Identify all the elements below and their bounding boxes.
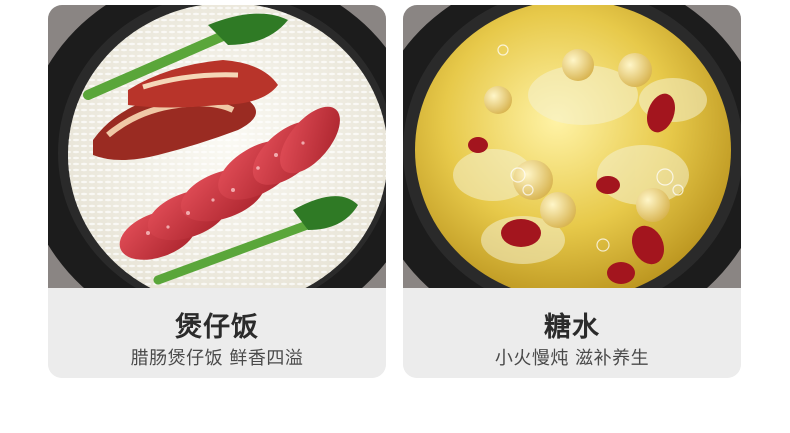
clay-pot-rice-title: 煲仔饭 (175, 312, 259, 343)
sweet-soup-subtitle: 小火慢炖 滋补养生 (494, 348, 650, 369)
sweet-soup-caption: 糖水 小火慢炖 滋补养生 (403, 288, 741, 378)
sweet-soup-title: 糖水 (544, 312, 600, 343)
clay-pot-rice-card[interactable]: 煲仔饭 腊肠煲仔饭 鲜香四溢 (48, 5, 386, 378)
sweet-soup-card[interactable]: 糖水 小火慢炖 滋补养生 (403, 5, 741, 378)
recipe-showcase: 煲仔饭 腊肠煲仔饭 鲜香四溢 糖水 小火慢炖 滋补养生 (0, 0, 790, 433)
sweet-soup-photo (403, 5, 741, 288)
clay-pot-rice-caption: 煲仔饭 腊肠煲仔饭 鲜香四溢 (48, 288, 386, 378)
clay-pot-rice-photo (48, 5, 386, 288)
clay-pot-rice-subtitle: 腊肠煲仔饭 鲜香四溢 (130, 348, 304, 369)
